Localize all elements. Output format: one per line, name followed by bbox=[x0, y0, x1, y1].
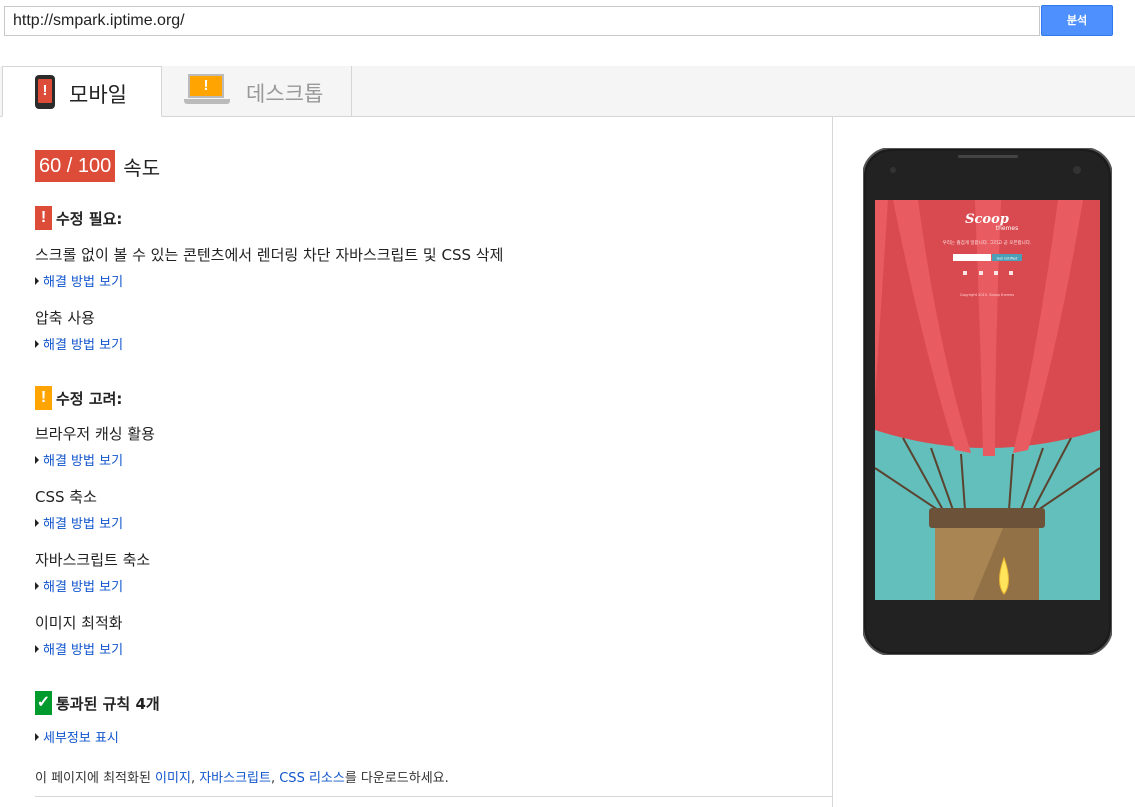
section-title: 통과된 규칙 4개 bbox=[56, 694, 160, 713]
rule-title: 자바스크립트 축소 bbox=[35, 551, 151, 569]
note-text: , bbox=[270, 771, 280, 786]
triangle-right-icon bbox=[35, 644, 39, 653]
show-how-to-fix-link[interactable]: 해결 방법 보기 bbox=[35, 334, 123, 353]
tab-desktop[interactable]: ! 데스크톱 bbox=[162, 66, 352, 116]
show-how-to-fix-link[interactable]: 해결 방법 보기 bbox=[35, 450, 123, 469]
css-resources-link[interactable]: CSS 리소스 bbox=[279, 771, 345, 786]
link-label: 해결 방법 보기 bbox=[43, 275, 124, 290]
triangle-right-icon bbox=[35, 518, 39, 527]
mobile-phone-icon: ! bbox=[35, 75, 55, 109]
note-text: 이 페이지에 최적화된 bbox=[35, 771, 156, 786]
score-label: 속도 bbox=[123, 155, 161, 180]
triangle-right-icon bbox=[35, 276, 39, 285]
tab-mobile[interactable]: ! 모바일 bbox=[2, 66, 162, 117]
panel-divider bbox=[832, 117, 833, 807]
section-title: 수정 필요: bbox=[56, 209, 123, 228]
url-input[interactable] bbox=[4, 6, 1040, 36]
link-label: 세부정보 표시 bbox=[43, 731, 119, 746]
score-badge: 60 / 100 bbox=[35, 150, 116, 182]
section-title: 수정 고려: bbox=[56, 389, 123, 408]
passed-rules-header: ✓ 통과된 규칙 4개 bbox=[35, 691, 160, 715]
page-screenshot: Scoop themes 우리는 즐겁게 일합니다. 그리고 곧 오픈합니다. … bbox=[875, 200, 1100, 600]
phone-frame: Scoop themes 우리는 즐겁게 일합니다. 그리고 곧 오픈합니다. … bbox=[862, 147, 1113, 656]
warning-icon: ! bbox=[35, 206, 52, 230]
download-optimized-note: 이 페이지에 최적화된 이미지, 자바스크립트, CSS 리소스를 다운로드하세… bbox=[35, 767, 449, 786]
link-label: 해결 방법 보기 bbox=[43, 517, 124, 532]
show-how-to-fix-link[interactable]: 해결 방법 보기 bbox=[35, 513, 123, 532]
link-label: 해결 방법 보기 bbox=[43, 338, 124, 353]
preview-logo-sub: themes bbox=[996, 225, 1019, 232]
warning-icon: ! bbox=[35, 386, 52, 410]
speed-score: 60 / 100 속도 bbox=[35, 150, 160, 182]
bottom-divider bbox=[35, 796, 832, 797]
note-text: , bbox=[190, 771, 200, 786]
triangle-right-icon bbox=[35, 732, 39, 741]
tab-mobile-label: 모바일 bbox=[69, 83, 127, 107]
rule-title: 이미지 최적화 bbox=[35, 614, 123, 632]
triangle-right-icon bbox=[35, 455, 39, 464]
link-label: 해결 방법 보기 bbox=[43, 580, 124, 595]
check-icon: ✓ bbox=[35, 691, 52, 715]
javascript-link[interactable]: 자바스크립트 bbox=[199, 771, 271, 786]
device-tab-bar: ! 모바일 ! 데스크톱 bbox=[0, 66, 1135, 117]
rule-title: 브라우저 캐싱 활용 bbox=[35, 425, 155, 443]
preview-copyright: Copyright 2015. Scoop themes bbox=[960, 293, 1014, 297]
show-how-to-fix-link[interactable]: 해결 방법 보기 bbox=[35, 576, 123, 595]
show-how-to-fix-link[interactable]: 해결 방법 보기 bbox=[35, 271, 123, 290]
show-details-link[interactable]: 세부정보 표시 bbox=[35, 727, 119, 746]
link-label: 해결 방법 보기 bbox=[43, 454, 124, 469]
laptop-icon: ! bbox=[184, 74, 230, 108]
mobile-preview: Scoop themes 우리는 즐겁게 일합니다. 그리고 곧 오픈합니다. … bbox=[862, 147, 1113, 656]
show-how-to-fix-link[interactable]: 해결 방법 보기 bbox=[35, 639, 123, 658]
triangle-right-icon bbox=[35, 339, 39, 348]
note-text: 를 다운로드하세요. bbox=[344, 771, 449, 786]
analyze-button[interactable]: 분석 bbox=[1041, 5, 1113, 36]
consider-fixing-header: ! 수정 고려: bbox=[35, 386, 122, 410]
rule-title: 스크롤 없이 볼 수 있는 콘텐츠에서 렌더링 차단 자바스크립트 및 CSS … bbox=[35, 246, 504, 264]
should-fix-header: ! 수정 필요: bbox=[35, 206, 122, 230]
triangle-right-icon bbox=[35, 581, 39, 590]
rule-title: 압축 사용 bbox=[35, 309, 95, 327]
rule-title: CSS 축소 bbox=[35, 488, 97, 506]
preview-button: Get notified bbox=[997, 257, 1018, 261]
tab-desktop-label: 데스크톱 bbox=[246, 82, 324, 106]
images-link[interactable]: 이미지 bbox=[155, 771, 191, 786]
link-label: 해결 방법 보기 bbox=[43, 643, 124, 658]
preview-tagline: 우리는 즐겁게 일합니다. 그리고 곧 오픈합니다. bbox=[943, 239, 1032, 246]
